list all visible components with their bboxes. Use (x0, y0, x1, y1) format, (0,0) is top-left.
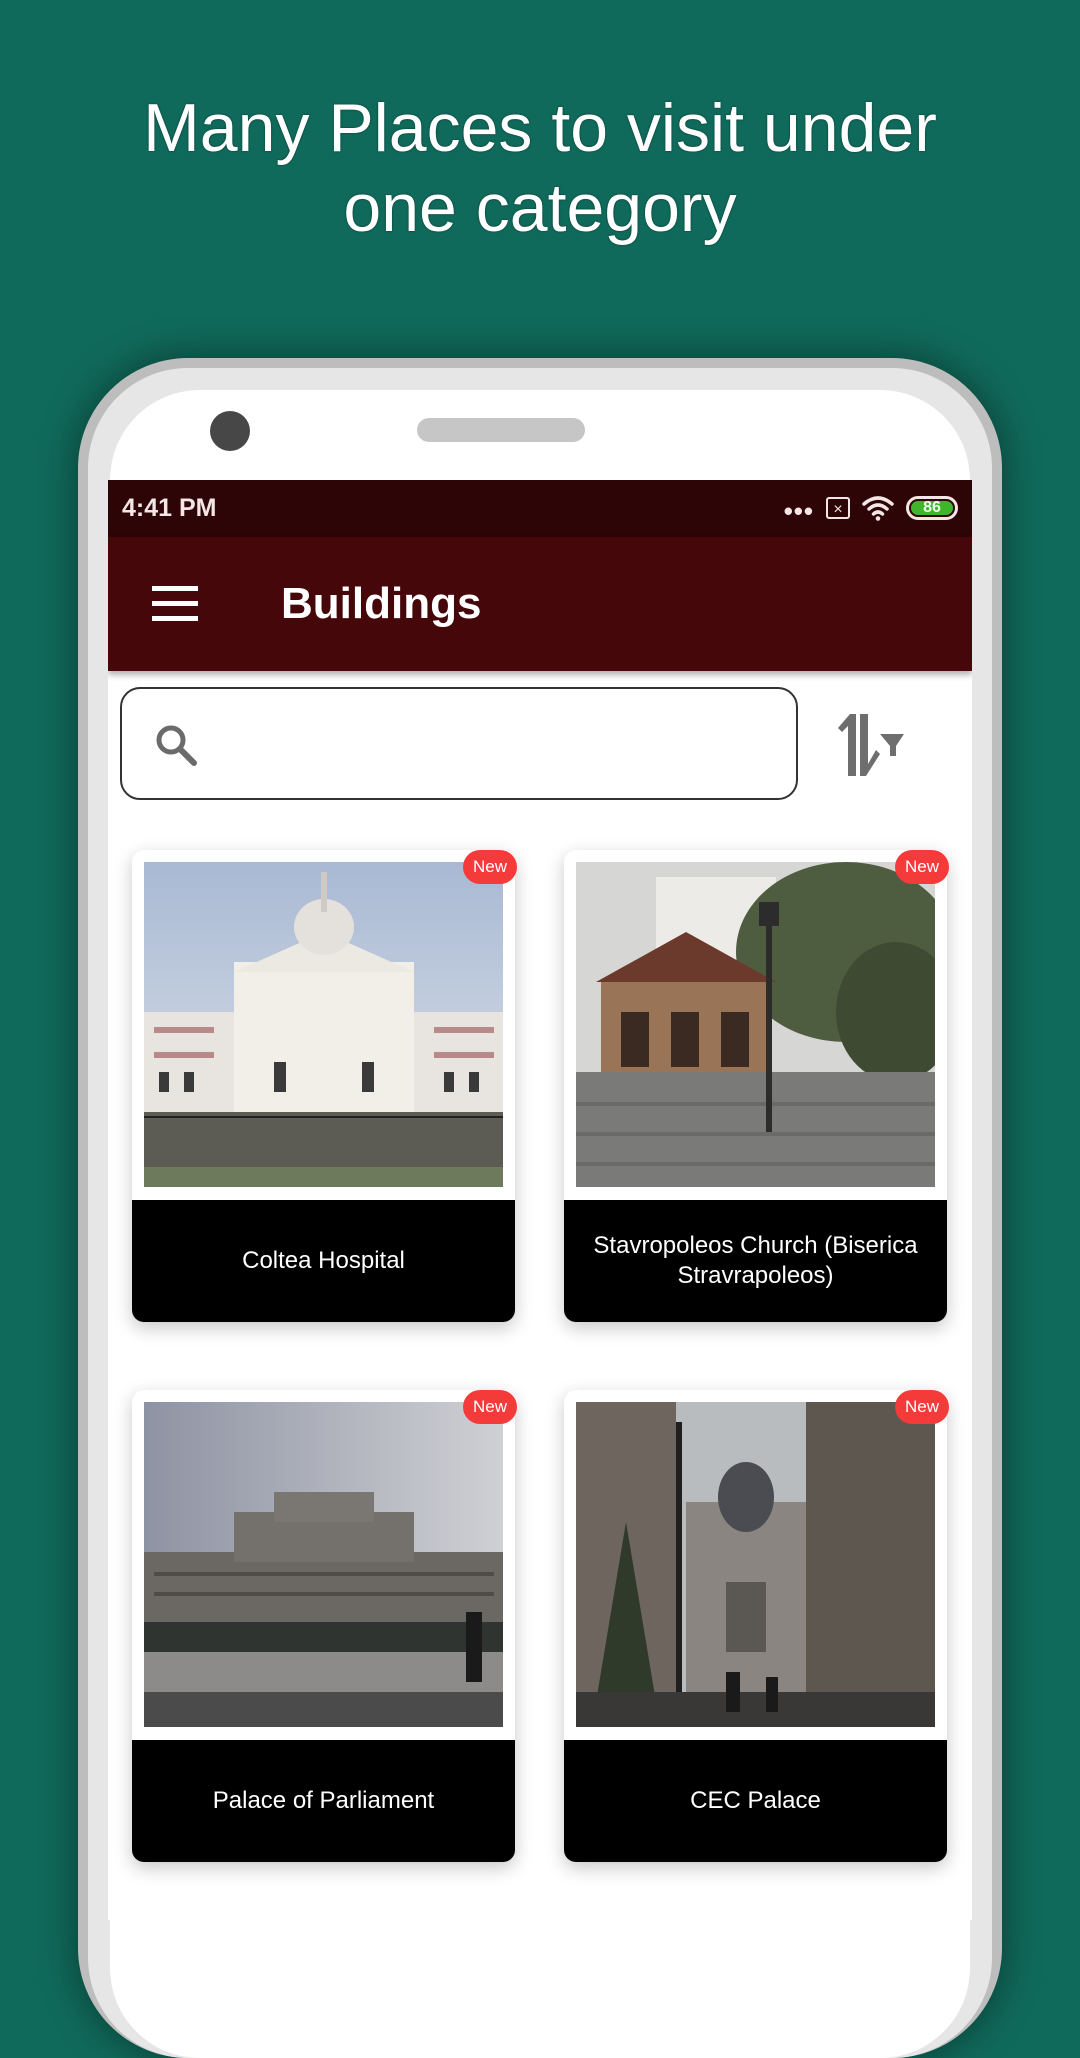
place-card[interactable]: New CEC Palace (564, 1390, 949, 1862)
place-photo (144, 862, 503, 1187)
status-icons: ••• × 86 (784, 492, 958, 524)
status-time: 4:41 PM (122, 494, 217, 522)
place-name: Palace of Parliament (132, 1740, 515, 1862)
place-photo (576, 862, 935, 1187)
new-badge: New (895, 1390, 949, 1424)
promo-headline: Many Places to visit under one category (0, 88, 1080, 248)
page-title: Buildings (281, 579, 482, 628)
place-name: Coltea Hospital (132, 1200, 515, 1322)
new-badge: New (463, 1390, 517, 1424)
place-name: CEC Palace (564, 1740, 947, 1862)
promo-headline-line2: one category (343, 170, 737, 246)
place-card[interactable]: New Palace of Parliament (132, 1390, 517, 1862)
new-badge: New (895, 850, 949, 884)
wifi-icon (862, 496, 894, 521)
search-input[interactable] (214, 709, 776, 781)
app-bar: Buildings (108, 537, 972, 671)
front-camera-icon (210, 411, 250, 451)
place-card[interactable]: New Coltea Hospital (132, 850, 517, 1322)
promo-headline-line1: Many Places to visit under (143, 90, 937, 166)
place-photo (576, 1402, 935, 1727)
earpiece-speaker (417, 418, 585, 442)
battery-icon: 86 (906, 496, 958, 520)
battery-level: 86 (911, 500, 953, 516)
no-sim-icon: × (826, 497, 850, 519)
place-photo (144, 1402, 503, 1727)
search-box[interactable] (120, 687, 798, 800)
status-bar: 4:41 PM ••• × 86 (108, 480, 972, 537)
place-card[interactable]: New Stavropoleos Church (Biserica Stravr… (564, 850, 949, 1322)
app-screen: 4:41 PM ••• × 86 Buildings New Coltea Ho… (108, 480, 972, 1920)
new-badge: New (463, 850, 517, 884)
more-notifications-icon: ••• (783, 496, 814, 526)
hamburger-menu-icon[interactable] (152, 586, 198, 622)
search-icon (156, 725, 197, 766)
place-name: Stavropoleos Church (Biserica Stravrapol… (564, 1200, 947, 1322)
sort-filter-icon[interactable] (830, 710, 920, 780)
